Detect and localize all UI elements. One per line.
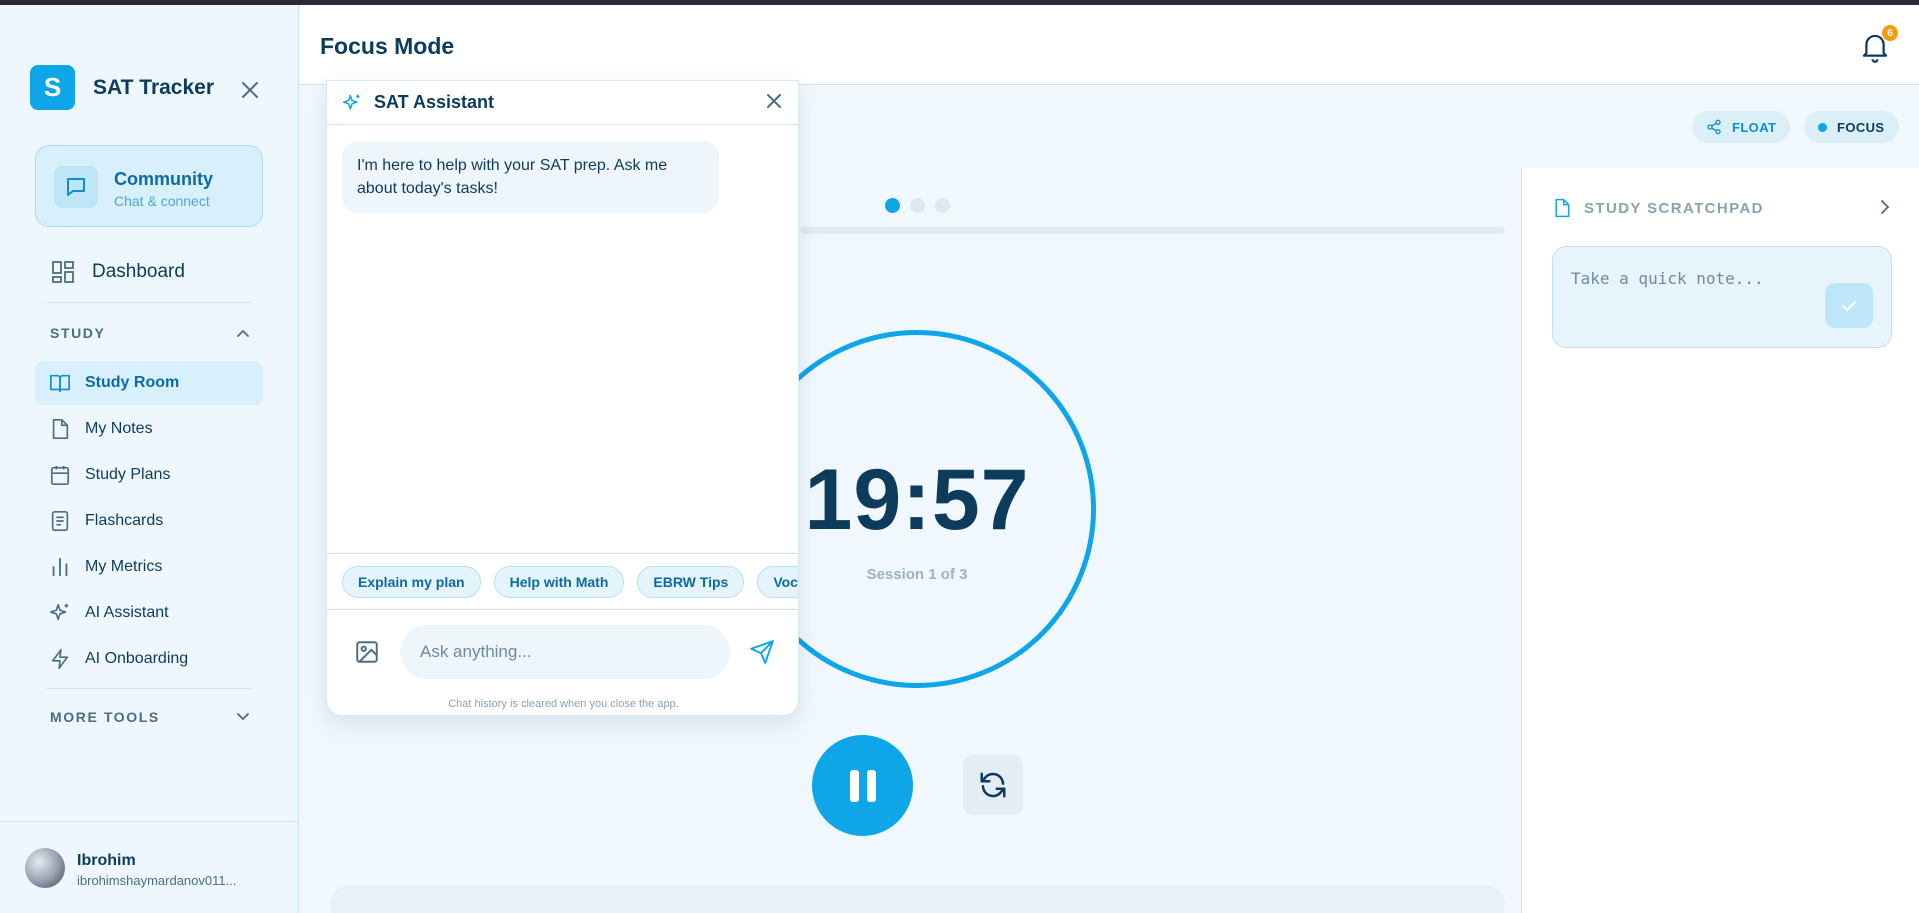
chip-explain-plan[interactable]: Explain my plan	[342, 565, 481, 598]
brand-logo: S	[30, 65, 75, 110]
chevron-down-icon	[237, 713, 249, 721]
book-open-icon	[50, 374, 70, 393]
dashboard-grid-icon	[52, 261, 74, 283]
focus-button[interactable]: FOCUS	[1804, 111, 1899, 143]
chat-close-icon[interactable]	[761, 88, 787, 114]
sidebar-item-study-room[interactable]: Study Room	[35, 361, 263, 405]
page-title: Focus Mode	[320, 33, 455, 59]
sidebar-item-label: Flashcards	[85, 512, 164, 529]
sidebar-item-ai-onboarding[interactable]: AI Onboarding	[35, 637, 263, 681]
chat-footer-note: Chat history is cleared when you close t…	[448, 698, 679, 710]
assistant-message: I'm here to help with your SAT prep. Ask…	[342, 141, 719, 213]
sidebar-item-label: My Notes	[85, 420, 153, 437]
chip-vocabulary[interactable]: Vocabulary	[757, 565, 798, 598]
step-dot	[910, 198, 925, 213]
file-icon	[52, 419, 69, 439]
user-name: Ibrohim	[77, 852, 136, 869]
file-icon	[1555, 198, 1570, 218]
sat-assistant-panel: SAT Assistant I'm here to help with your…	[326, 80, 799, 716]
suggestion-chips: Explain my plan Help with Math EBRW Tips…	[327, 553, 798, 610]
sidebar-item-label: AI Assistant	[85, 604, 169, 621]
focus-dot-icon	[1818, 122, 1827, 132]
float-button[interactable]: FLOAT	[1692, 111, 1791, 143]
sidebar: S SAT Tracker Community Chat & connect D…	[0, 5, 299, 913]
user-email: ibrohimshaymardanov011...	[77, 873, 237, 888]
study-scratchpad: STUDY SCRATCHPAD	[1521, 168, 1919, 913]
brand-name: SAT Tracker	[93, 75, 215, 99]
more-tools-section-label: MORE TOOLS	[50, 709, 160, 725]
brand[interactable]: S SAT Tracker	[30, 65, 214, 110]
scratchpad-input[interactable]	[1571, 269, 1811, 288]
share-nodes-icon	[1707, 119, 1721, 135]
scratchpad-title: STUDY SCRATCHPAD	[1584, 199, 1764, 217]
chat-bubble-icon	[54, 166, 98, 208]
chat-input[interactable]	[400, 625, 730, 679]
reset-button[interactable]	[963, 755, 1023, 815]
chip-ebrw-tips[interactable]: EBRW Tips	[637, 565, 745, 598]
sidebar-item-label: Dashboard	[92, 261, 185, 282]
notification-badge: 6	[1882, 25, 1898, 41]
study-section-toggle[interactable]: STUDY	[50, 325, 250, 341]
sidebar-item-ai-assistant[interactable]: AI Assistant	[35, 591, 263, 635]
pause-icon	[849, 769, 876, 802]
sidebar-divider	[47, 302, 252, 303]
sidebar-item-label: Study Room	[85, 374, 180, 391]
study-section-label: STUDY	[50, 325, 106, 341]
focus-label: FOCUS	[1837, 119, 1885, 135]
step-dot	[935, 198, 950, 213]
save-note-button[interactable]	[1825, 283, 1873, 328]
scratchpad-box	[1552, 246, 1892, 348]
calendar-icon	[50, 465, 70, 485]
sidebar-item-my-metrics[interactable]: My Metrics	[35, 545, 263, 589]
sidebar-item-my-notes[interactable]: My Notes	[35, 407, 263, 451]
bar-chart-icon	[52, 557, 68, 577]
sidebar-item-label: AI Onboarding	[85, 650, 189, 667]
attach-image-icon[interactable]	[352, 637, 382, 667]
community-title: Community	[114, 169, 213, 189]
sidebar-close-icon[interactable]	[237, 77, 263, 103]
sidebar-item-label: My Metrics	[85, 558, 163, 575]
sparkles-icon	[50, 603, 69, 621]
sidebar-item-study-plans[interactable]: Study Plans	[35, 453, 263, 497]
chat-header: SAT Assistant	[327, 81, 798, 125]
sidebar-item-dashboard[interactable]: Dashboard	[35, 248, 263, 296]
pause-button[interactable]	[812, 735, 913, 836]
avatar	[25, 848, 65, 888]
more-tools-section-toggle[interactable]: MORE TOOLS	[50, 709, 250, 725]
bottom-card	[330, 885, 1505, 913]
top-header: Focus Mode 6	[300, 5, 1919, 85]
community-card[interactable]: Community Chat & connect	[35, 145, 263, 227]
notebook-icon	[51, 511, 69, 531]
zap-icon	[51, 649, 69, 669]
send-icon[interactable]	[747, 637, 777, 667]
sidebar-item-flashcards[interactable]: Flashcards	[35, 499, 263, 543]
float-label: FLOAT	[1732, 119, 1777, 135]
chevron-right-icon[interactable]	[1878, 199, 1892, 220]
user-profile[interactable]: Ibrohim ibrohimshaymardanov011...	[0, 821, 299, 913]
sidebar-item-label: Study Plans	[85, 466, 171, 483]
refresh-icon	[980, 772, 1006, 798]
scratchpad-header: STUDY SCRATCHPAD	[1552, 198, 1764, 218]
chevron-up-icon	[237, 329, 249, 337]
chat-title: SAT Assistant	[374, 92, 495, 112]
step-dot	[885, 198, 900, 213]
sparkles-icon	[342, 94, 360, 110]
check-icon	[1842, 300, 1856, 311]
sidebar-divider	[47, 688, 252, 689]
community-subtitle: Chat & connect	[114, 193, 210, 209]
session-progress-track	[800, 227, 1505, 234]
chip-help-math[interactable]: Help with Math	[493, 565, 625, 598]
session-step-indicator	[885, 198, 960, 213]
